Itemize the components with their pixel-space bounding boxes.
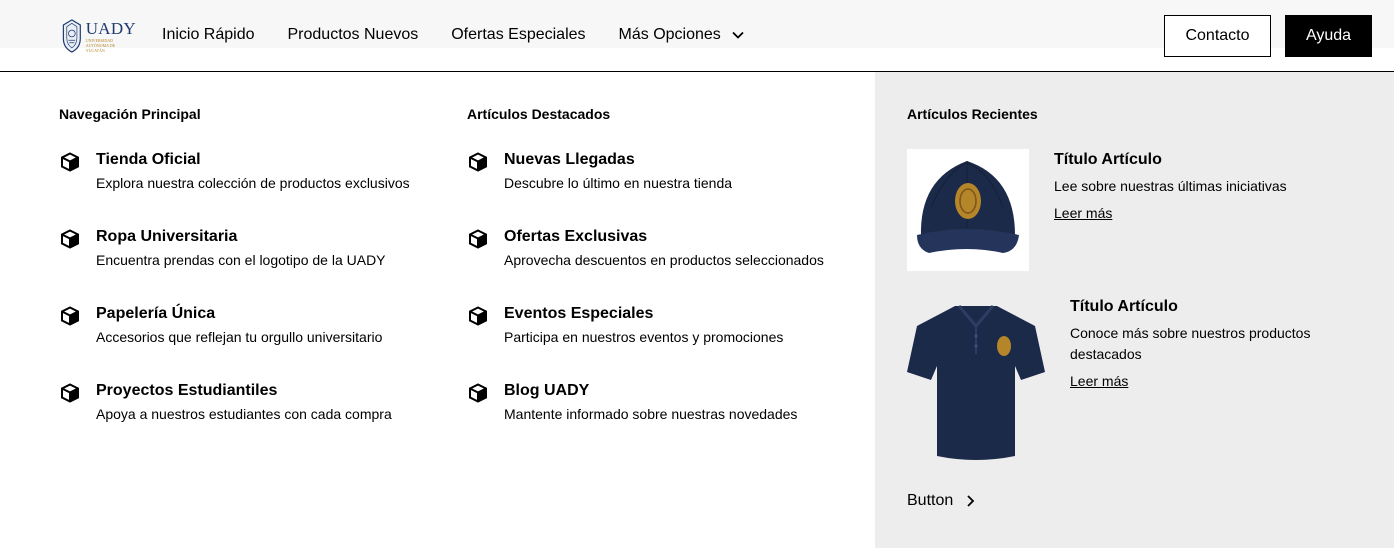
menu-item-title: Nuevas Llegadas	[504, 151, 635, 168]
column-title-destacados: Artículos Destacados	[467, 106, 611, 122]
cube-icon	[61, 229, 79, 249]
logo-wordmark: UADY	[85, 18, 136, 38]
menu-item-desc: Mantente informado sobre nuestras noveda…	[504, 406, 798, 422]
polo-thumbnail[interactable]	[907, 296, 1045, 462]
logo-subtext: UNIVERSIDAD AUTÓNOMA DE YUCATÁN	[85, 37, 116, 53]
article-card: Título Artículo Lee sobre nuestras últim…	[907, 149, 1287, 271]
chevron-right-icon	[967, 495, 975, 507]
uady-logo[interactable]: UADY UNIVERSIDAD AUTÓNOMA DE YUCATÁN	[60, 14, 136, 58]
menu-item-title: Eventos Especiales	[504, 305, 654, 322]
menu-item-ofertas-exclusivas[interactable]: Ofertas Exclusivas Aprovecha descuentos …	[468, 226, 824, 270]
menu-item-title: Ropa Universitaria	[96, 228, 238, 245]
article-title: Título Artículo	[1070, 298, 1178, 315]
read-more-link[interactable]: Leer más	[1070, 373, 1128, 389]
menu-item-title: Tienda Oficial	[96, 151, 201, 168]
nav-link-productos-nuevos[interactable]: Productos Nuevos	[288, 24, 419, 46]
menu-item-desc: Encuentra prendas con el logotipo de la …	[96, 252, 386, 268]
cube-icon	[469, 383, 487, 403]
article-card: Título Artículo Conoce más sobre nuestro…	[907, 296, 1330, 462]
article-title: Título Artículo	[1054, 151, 1162, 168]
contact-button[interactable]: Contacto	[1164, 15, 1271, 57]
menu-item-desc: Aprovecha descuentos en productos selecc…	[504, 252, 824, 268]
menu-item-title: Blog UADY	[504, 382, 590, 399]
cap-thumbnail[interactable]	[907, 149, 1029, 271]
menu-item-title: Proyectos Estudiantiles	[96, 382, 278, 399]
top-navbar: UADY UNIVERSIDAD AUTÓNOMA DE YUCATÁN Ini…	[0, 0, 1394, 72]
nav-link-mas-opciones-label: Más Opciones	[618, 26, 721, 43]
navy-cap-image	[907, 149, 1029, 271]
nav-link-mas-opciones[interactable]: Más Opciones	[619, 24, 745, 46]
menu-item-nuevas-llegadas[interactable]: Nuevas Llegadas Descubre lo último en nu…	[468, 149, 732, 193]
nav-link-ofertas-especiales[interactable]: Ofertas Especiales	[451, 24, 585, 46]
menu-item-desc: Participa en nuestros eventos y promocio…	[504, 329, 784, 345]
main-nav: Inicio Rápido Productos Nuevos Ofertas E…	[162, 24, 778, 46]
article-desc: Conoce más sobre nuestros productos dest…	[1070, 325, 1311, 362]
read-more-link[interactable]: Leer más	[1054, 205, 1112, 221]
uady-crest-icon	[62, 19, 81, 53]
menu-item-ropa-universitaria[interactable]: Ropa Universitaria Encuentra prendas con…	[60, 226, 386, 270]
help-button[interactable]: Ayuda	[1285, 15, 1372, 57]
cube-icon	[61, 306, 79, 326]
cube-icon	[469, 306, 487, 326]
cube-icon	[469, 152, 487, 172]
article-desc: Lee sobre nuestras últimas iniciativas	[1054, 178, 1287, 194]
menu-item-desc: Apoya a nuestros estudiantes con cada co…	[96, 406, 392, 422]
cube-icon	[61, 383, 79, 403]
nav-link-inicio-rapido[interactable]: Inicio Rápido	[162, 24, 255, 46]
column-title-recientes: Artículos Recientes	[907, 106, 1038, 122]
menu-item-desc: Descubre lo último en nuestra tienda	[504, 175, 733, 191]
cube-icon	[469, 229, 487, 249]
menu-item-title: Ofertas Exclusivas	[504, 228, 648, 245]
menu-item-papeleria-unica[interactable]: Papelería Única Accesorios que reflejan …	[60, 303, 382, 347]
menu-item-eventos-especiales[interactable]: Eventos Especiales Participa en nuestros…	[468, 303, 783, 347]
menu-item-desc: Accesorios que reflejan tu orgullo unive…	[96, 329, 383, 345]
panel-button-label: Button	[907, 492, 954, 509]
menu-item-desc: Explora nuestra colección de productos e…	[96, 175, 410, 191]
menu-item-proyectos-estudiantiles[interactable]: Proyectos Estudiantiles Apoya a nuestros…	[60, 380, 392, 424]
menu-item-tienda-oficial[interactable]: Tienda Oficial Explora nuestra colección…	[60, 149, 410, 193]
cube-icon	[61, 152, 79, 172]
column-title-navegacion: Navegación Principal	[59, 106, 201, 122]
menu-item-blog-uady[interactable]: Blog UADY Mantente informado sobre nuest…	[468, 380, 797, 424]
panel-button[interactable]: Button	[907, 492, 977, 510]
menu-item-title: Papelería Única	[96, 305, 216, 322]
chevron-down-icon	[732, 31, 744, 39]
navy-polo-image	[907, 305, 1045, 460]
